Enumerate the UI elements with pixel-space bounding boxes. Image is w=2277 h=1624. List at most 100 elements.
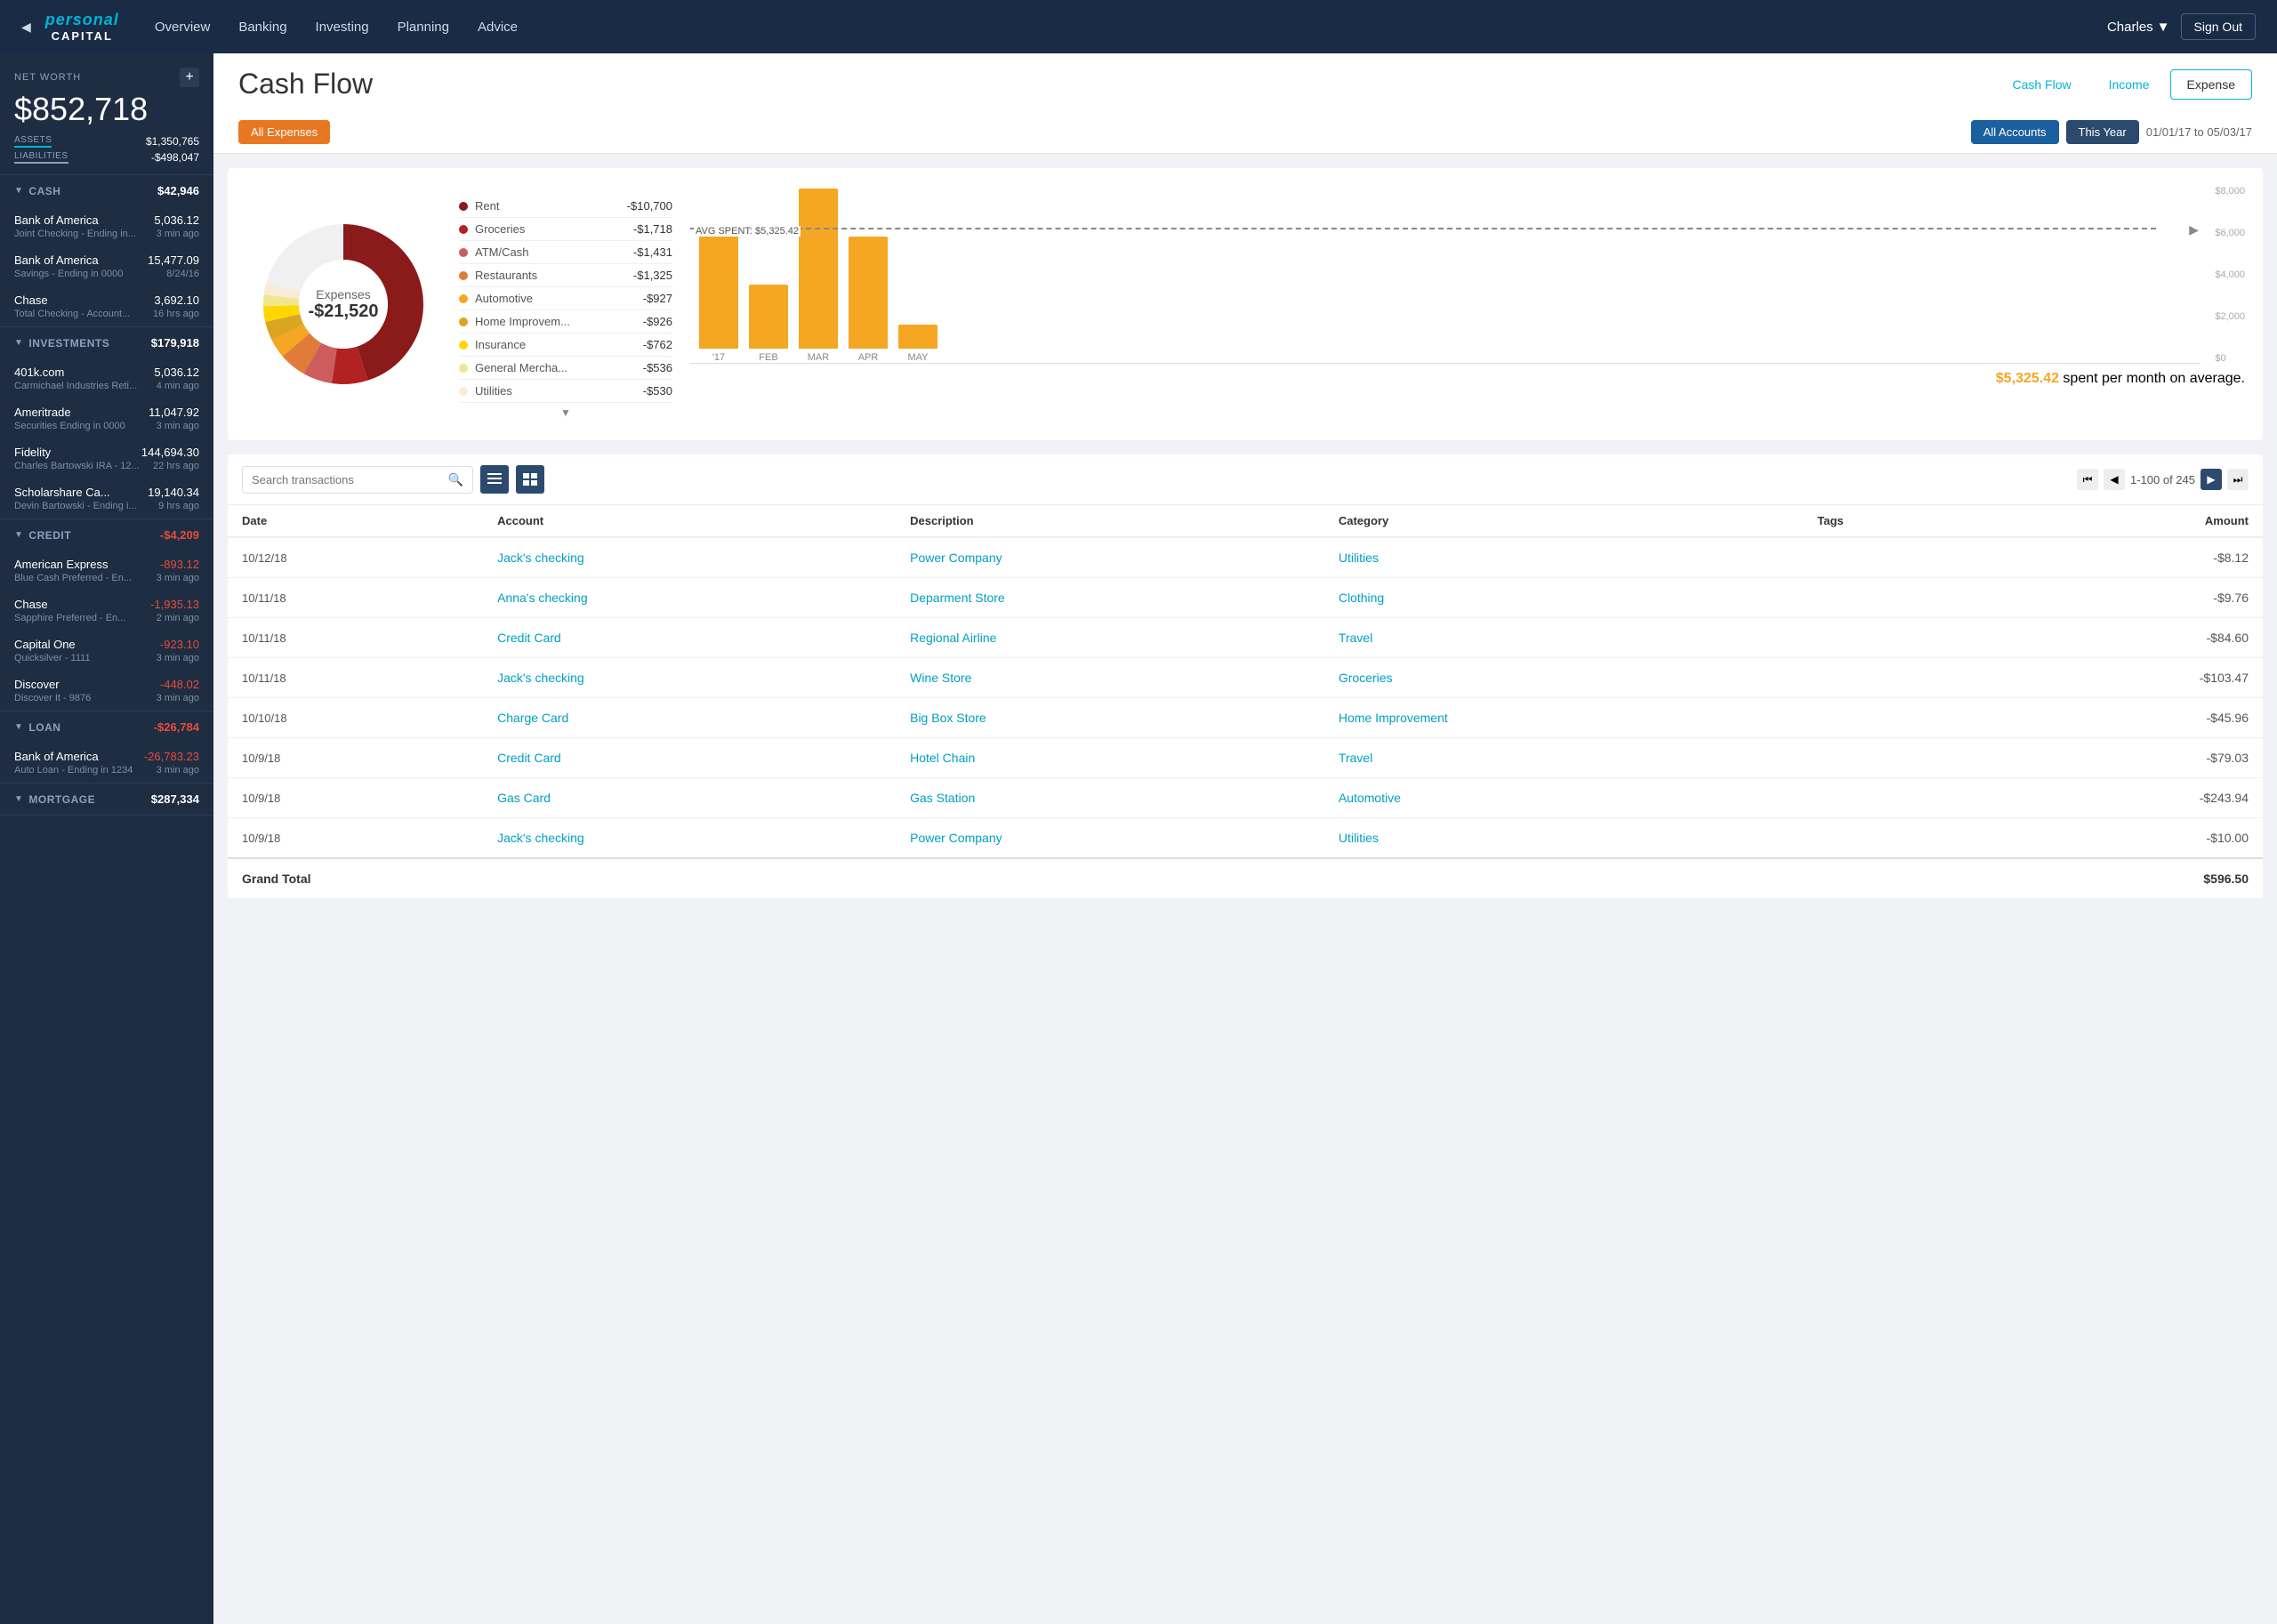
cell-category[interactable]: Travel [1324,618,1803,658]
cell-amount: -$79.03 [1993,738,2263,778]
filter-this-year[interactable]: This Year [2066,120,2139,144]
grid-view-button[interactable] [516,465,544,494]
sidebar-sections: ▼ CASH $42,946 Bank of America 5,036.12 … [0,175,213,816]
cell-category[interactable]: Home Improvement [1324,698,1803,738]
account-item[interactable]: Discover -448.02 Discover It - 9876 3 mi… [0,671,213,711]
transactions-area: 🔍 ⏮ ◀ 1-100 of 245 ▶ ⏭ [228,454,2263,898]
last-page-button[interactable]: ⏭ [2227,469,2249,490]
table-header-row: Date Account Description Category Tags A… [228,505,2263,537]
sidebar: NET WORTH + $852,718 ASSETS $1,350,765 L… [0,53,213,1624]
nav-advice[interactable]: Advice [478,20,518,35]
tab-cashflow[interactable]: Cash Flow [1995,69,2088,100]
cell-description[interactable]: Deparment Store [896,578,1324,618]
nav-overview[interactable]: Overview [155,20,211,35]
filter-all-expenses[interactable]: All Expenses [238,120,330,144]
list-view-button[interactable] [480,465,509,494]
account-time: 3 min ago [157,765,199,776]
cell-account[interactable]: Jack's checking [483,658,896,698]
account-time: 16 hrs ago [153,309,199,319]
main-content: Cash Flow Cash Flow Income Expense All E… [213,53,2277,1624]
cell-account[interactable]: Credit Card [483,618,896,658]
account-item[interactable]: Capital One -923.10 Quicksilver - 1111 3… [0,631,213,671]
assets-value: $1,350,765 [146,135,199,148]
account-item[interactable]: Bank of America -26,783.23 Auto Loan - E… [0,743,213,783]
filter-all-accounts[interactable]: All Accounts [1971,120,2059,144]
section-header-credit[interactable]: ▼ CREDIT -$4,209 [0,519,213,551]
nav-banking[interactable]: Banking [238,20,286,35]
cell-category[interactable]: Clothing [1324,578,1803,618]
account-item[interactable]: American Express -893.12 Blue Cash Prefe… [0,551,213,591]
y-axis: $8,000$6,000$4,000$2,000$0 [2215,186,2245,364]
grand-total-value: $596.50 [1993,858,2263,898]
account-item[interactable]: Bank of America 5,036.12 Joint Checking … [0,206,213,246]
cell-account[interactable]: Credit Card [483,738,896,778]
account-value: -448.02 [160,678,199,691]
table-row[interactable]: 10/12/18 Jack's checking Power Company U… [228,537,2263,578]
table-row[interactable]: 10/10/18 Charge Card Big Box Store Home … [228,698,2263,738]
first-page-button[interactable]: ⏮ [2077,469,2098,490]
legend-more[interactable]: ▼ [459,403,672,422]
search-box[interactable]: 🔍 [242,466,473,494]
section-header-mortgage[interactable]: ▼ MORTGAGE $287,334 [0,784,213,815]
next-page-button[interactable]: ▶ [2201,469,2222,490]
legend-item: Home Improvem... -$926 [459,310,672,334]
nav-investing[interactable]: Investing [316,20,369,35]
table-row[interactable]: 10/9/18 Credit Card Hotel Chain Travel -… [228,738,2263,778]
cell-category[interactable]: Automotive [1324,778,1803,818]
cell-category[interactable]: Travel [1324,738,1803,778]
liabilities-label: LIABILITIES [14,151,68,164]
net-worth-label: NET WORTH [14,72,81,83]
cell-description[interactable]: Regional Airline [896,618,1324,658]
table-row[interactable]: 10/11/18 Jack's checking Wine Store Groc… [228,658,2263,698]
search-input[interactable] [252,473,443,486]
bar-label: FEB [759,352,777,363]
cell-category[interactable]: Groceries [1324,658,1803,698]
table-row[interactable]: 10/9/18 Jack's checking Power Company Ut… [228,818,2263,859]
cell-description[interactable]: Power Company [896,818,1324,859]
cell-account[interactable]: Charge Card [483,698,896,738]
account-name: Bank of America [14,213,99,227]
cell-account[interactable]: Jack's checking [483,537,896,578]
cell-description[interactable]: Big Box Store [896,698,1324,738]
table-row[interactable]: 10/11/18 Credit Card Regional Airline Tr… [228,618,2263,658]
cell-description[interactable]: Gas Station [896,778,1324,818]
section-header-investments[interactable]: ▼ INVESTMENTS $179,918 [0,327,213,358]
account-value: 3,692.10 [154,293,199,307]
section-header-loan[interactable]: ▼ LOAN -$26,784 [0,712,213,743]
cell-category[interactable]: Utilities [1324,818,1803,859]
add-account-button[interactable]: + [180,68,199,87]
account-name: Chase [14,598,48,611]
cell-description[interactable]: Power Company [896,537,1324,578]
prev-page-button[interactable]: ◀ [2104,469,2125,490]
net-worth-section: NET WORTH + $852,718 ASSETS $1,350,765 L… [0,53,213,175]
legend-item: Automotive -$927 [459,287,672,310]
transactions-table: Date Account Description Category Tags A… [228,505,2263,898]
cell-account[interactable]: Gas Card [483,778,896,818]
account-item[interactable]: Chase 3,692.10 Total Checking - Account.… [0,286,213,326]
account-item[interactable]: Fidelity 144,694.30 Charles Bartowski IR… [0,438,213,478]
y-axis-label: $2,000 [2215,311,2245,322]
nav-planning[interactable]: Planning [398,20,449,35]
user-menu-button[interactable]: Charles ▼ [2107,20,2170,35]
account-item[interactable]: 401k.com 5,036.12 Carmichael Industries … [0,358,213,398]
col-tags: Tags [1803,505,1992,537]
cell-description[interactable]: Wine Store [896,658,1324,698]
account-item[interactable]: Ameritrade 11,047.92 Securities Ending i… [0,398,213,438]
section-header-cash[interactable]: ▼ CASH $42,946 [0,175,213,206]
account-desc: Devin Bartowski - Ending i... [14,501,137,511]
col-amount: Amount [1993,505,2263,537]
cell-account[interactable]: Jack's checking [483,818,896,859]
cell-description[interactable]: Hotel Chain [896,738,1324,778]
tab-expense[interactable]: Expense [2170,69,2252,100]
cell-account[interactable]: Anna's checking [483,578,896,618]
account-name: Chase [14,293,48,307]
account-item[interactable]: Chase -1,935.13 Sapphire Preferred - En.… [0,591,213,631]
back-arrow[interactable]: ◀ [21,20,31,35]
account-item[interactable]: Bank of America 15,477.09 Savings - Endi… [0,246,213,286]
table-row[interactable]: 10/9/18 Gas Card Gas Station Automotive … [228,778,2263,818]
table-row[interactable]: 10/11/18 Anna's checking Deparment Store… [228,578,2263,618]
account-item[interactable]: Scholarshare Ca... 19,140.34 Devin Barto… [0,478,213,519]
cell-category[interactable]: Utilities [1324,537,1803,578]
tab-income[interactable]: Income [2092,69,2167,100]
sign-out-button[interactable]: Sign Out [2181,13,2256,40]
